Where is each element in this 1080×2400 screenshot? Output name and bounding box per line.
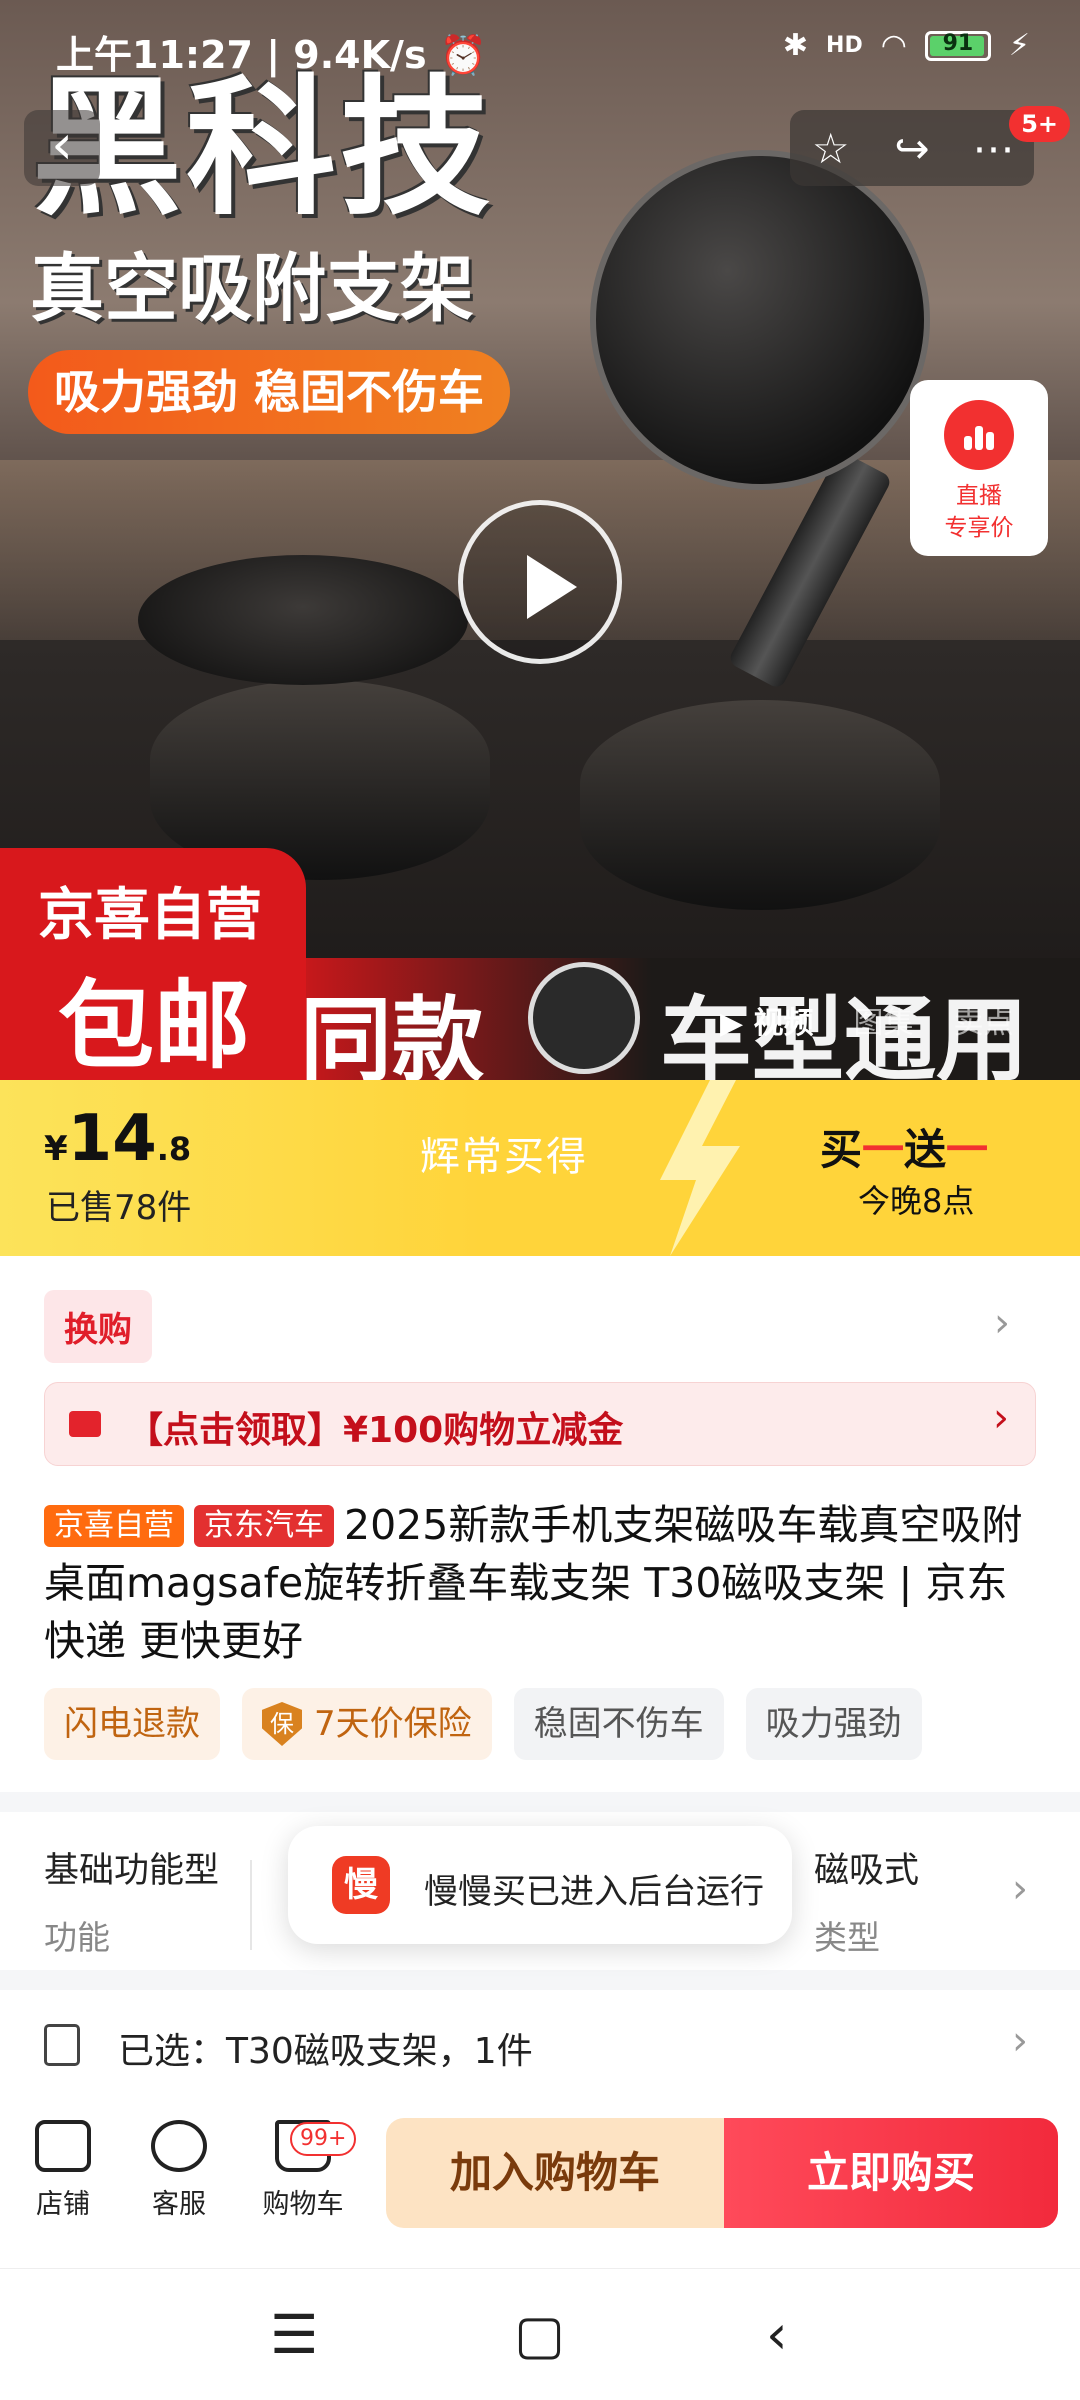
- selected-text: 已选：T30磁吸支架，1件: [118, 2031, 533, 2072]
- product-title: 2025新款手机支架磁吸车载真空吸附桌面magsafe旋转折叠车载支架 T30磁…: [44, 1501, 1023, 1665]
- chevron-right-icon: ›: [1012, 2018, 1028, 2064]
- app-icon: 慢: [332, 1856, 390, 1914]
- back-button[interactable]: ‹: [24, 110, 100, 186]
- bluetooth-icon: ✱: [782, 28, 809, 63]
- add-to-cart-button[interactable]: 加入购物车: [386, 2118, 724, 2228]
- promo-corner: 京喜自营 包邮: [0, 848, 306, 1080]
- chevron-right-icon: ›: [1012, 1866, 1028, 1912]
- menu-icon[interactable]: ☰: [270, 2303, 318, 2366]
- shield-icon: 保: [262, 1702, 302, 1746]
- system-nav-bar: ☰ ▢ ‹: [0, 2268, 1080, 2400]
- spec-function: 基础功能型 功能: [44, 1851, 220, 1957]
- favorite-icon[interactable]: ☆: [801, 124, 861, 173]
- mount-a-top: [138, 555, 468, 685]
- background-toast: 慢 慢慢买已进入后台运行: [288, 1826, 792, 1944]
- price-currency: ¥: [44, 1129, 68, 1169]
- toast-text: 慢慢买已进入后台运行: [424, 1872, 764, 1912]
- live-price-card[interactable]: 直播 专享价: [910, 380, 1048, 556]
- coupon-row[interactable]: 【点击领取】¥100购物立减金 ›: [44, 1382, 1036, 1466]
- battery-icon: 91: [924, 30, 991, 61]
- status-icons: ✱ HD ◠ 91 ⚡: [783, 28, 1030, 63]
- gold-bar-icon: [528, 962, 640, 1074]
- deal-title: 买一送一: [820, 1125, 989, 1174]
- feature-price-protect[interactable]: 保 7天价保险: [242, 1688, 492, 1760]
- wifi-icon: ◠: [880, 28, 907, 63]
- cart-badge: 99+: [290, 2122, 357, 2156]
- tag-jingxi: 京喜自营: [44, 1505, 184, 1547]
- battery-level: 91: [942, 30, 974, 56]
- mount-b-base: [580, 700, 940, 910]
- coupon-text: 【点击领取】¥100购物立减金: [127, 1410, 624, 1451]
- chevron-right-icon: ›: [993, 1395, 1009, 1441]
- notification-badge: 5+: [1009, 106, 1070, 142]
- price: ¥14.8: [44, 1102, 191, 1176]
- tab-highlights[interactable]: 卖点: [954, 998, 1014, 1042]
- price-decimal: .8: [156, 1130, 192, 1168]
- feature-tags: 闪电退款 保 7天价保险 稳固不伤车 吸力强劲: [44, 1688, 922, 1760]
- tag-jd-auto: 京东汽车: [194, 1505, 334, 1547]
- deal-subtitle: 今晚8点: [858, 1182, 975, 1220]
- service-icon: [151, 2120, 207, 2172]
- buy-now-button[interactable]: 立即购买: [724, 2118, 1058, 2228]
- feature-stable: 稳固不伤车: [513, 1688, 724, 1760]
- promo-corner-top: 京喜自营: [38, 883, 262, 948]
- banner-left-text: 同款: [300, 987, 485, 1080]
- back-icon[interactable]: ‹: [766, 2303, 788, 2366]
- slogan: 辉常买得: [420, 1134, 588, 1180]
- swap-chip[interactable]: 换购: [44, 1290, 152, 1363]
- promo-corner-main: 包邮: [58, 970, 250, 1080]
- spec-type: 磁吸式 类型: [814, 1851, 920, 1957]
- play-video-button[interactable]: [458, 500, 622, 664]
- hero-tagline: 吸力强劲 稳固不伤车: [28, 350, 511, 434]
- price-integer: 14: [67, 1102, 157, 1176]
- spec-separator: [250, 1860, 252, 1950]
- price-strip: ¥14.8 已售78件 辉常买得 买一送一 今晚8点: [0, 1080, 1080, 1256]
- store-icon: [35, 2120, 91, 2172]
- section-divider: [0, 1970, 1080, 1990]
- top-actions: ☆ ↪ ⋯: [790, 110, 1034, 186]
- lightning-icon: [660, 1080, 740, 1256]
- signal-icon: HD: [826, 33, 863, 58]
- chevron-right-icon[interactable]: ›: [994, 1300, 1010, 1346]
- charging-icon: ⚡: [1008, 28, 1030, 63]
- checklist-icon: [44, 2024, 80, 2066]
- home-icon[interactable]: ▢: [514, 2303, 565, 2366]
- feature-refund[interactable]: 闪电退款: [44, 1688, 220, 1760]
- tab-video[interactable]: ▶ 视频: [720, 998, 814, 1042]
- media-tabs: ▶ 视频 图集 卖点: [720, 998, 1014, 1042]
- service-button[interactable]: 客服: [124, 2120, 234, 2221]
- feature-suction: 吸力强劲: [745, 1688, 922, 1760]
- tab-gallery[interactable]: 图集: [854, 998, 914, 1042]
- sold-count: 已售78件: [46, 1188, 192, 1228]
- status-bar: 上午11:27 | 9.4K/s ⏰ ✱ HD ◠ 91 ⚡: [0, 0, 1080, 100]
- mount-b-disc: [590, 150, 930, 490]
- coupon-icon: [69, 1411, 101, 1437]
- live-badge-line2: 专享价: [944, 515, 1014, 541]
- product-title-block: 京喜自营 京东汽车 2025新款手机支架磁吸车载真空吸附桌面magsafe旋转折叠车…: [44, 1496, 1044, 1670]
- hero-subhead: 真空吸附支架: [30, 246, 474, 332]
- live-icon: [944, 400, 1014, 470]
- status-time: 上午11:27 | 9.4K/s ⏰: [56, 33, 488, 77]
- selected-variant-row[interactable]: 已选：T30磁吸支架，1件 ›: [0, 1994, 1080, 2098]
- section-divider: [0, 1792, 1080, 1812]
- share-icon[interactable]: ↪: [882, 124, 942, 173]
- bottom-action-bar: 店铺 客服 购物车 99+ 加入购物车 立即购买: [0, 2098, 1080, 2268]
- store-button[interactable]: 店铺: [8, 2120, 118, 2221]
- live-badge-line1: 直播: [956, 483, 1002, 509]
